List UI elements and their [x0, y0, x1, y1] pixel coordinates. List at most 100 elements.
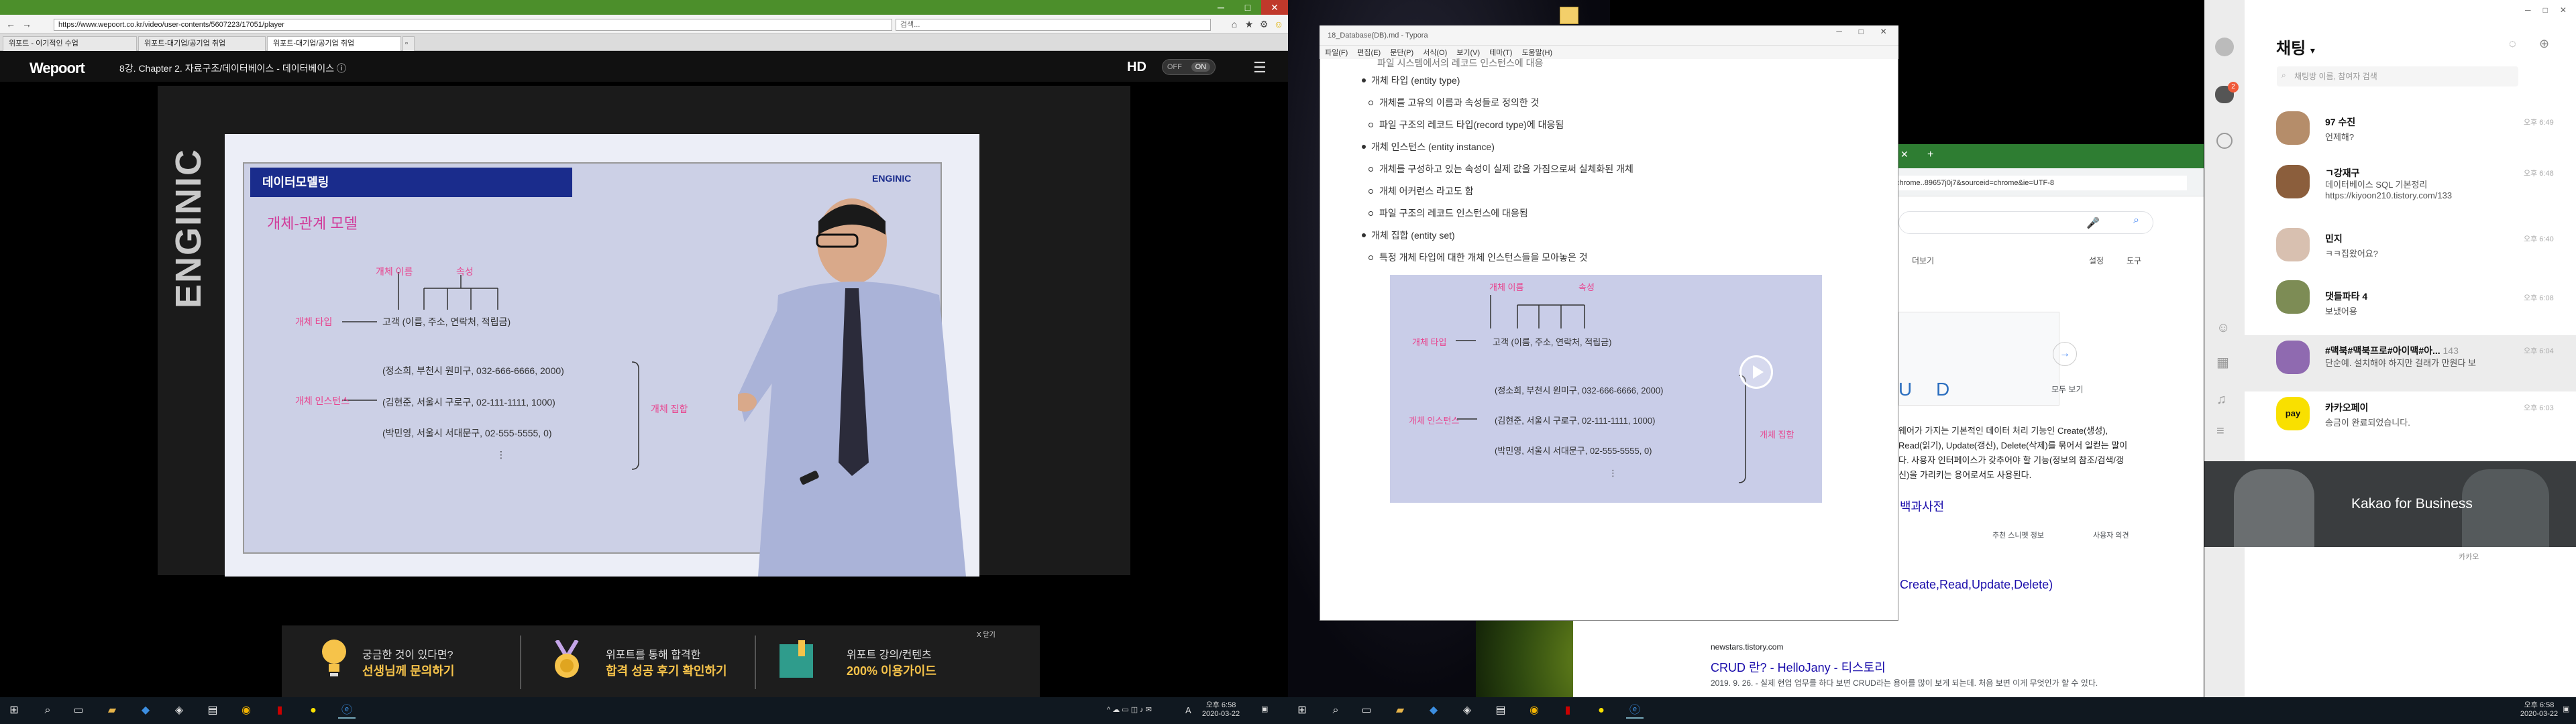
- view-all-link[interactable]: 모두 보기: [2051, 383, 2084, 395]
- notepad-icon[interactable]: ▤: [1492, 703, 1509, 719]
- windows-start-icon[interactable]: ⊞: [5, 703, 23, 719]
- add-chat-icon[interactable]: ⊕: [2539, 37, 2549, 51]
- file-explorer-icon[interactable]: ▰: [1391, 703, 1409, 719]
- emoticon-icon[interactable]: ☺: [2216, 320, 2230, 336]
- tools-link[interactable]: 도구: [2127, 255, 2141, 266]
- bell-icon[interactable]: ♫: [2216, 392, 2226, 408]
- notification-icon[interactable]: ▣: [1261, 705, 1268, 714]
- next-arrow-icon[interactable]: →: [2053, 342, 2077, 366]
- notification-icon[interactable]: ▣: [2563, 705, 2569, 714]
- encyclopedia-link[interactable]: 백과사전: [1900, 497, 1944, 515]
- search-icon[interactable]: ⌕: [39, 703, 56, 719]
- forward-arrow-icon[interactable]: →: [20, 17, 34, 31]
- tab-3-active[interactable]: 위포트-대기업/공기업 취업: [267, 36, 401, 51]
- new-tab-button[interactable]: ▫: [402, 36, 415, 51]
- settings-link[interactable]: 설정: [2089, 255, 2104, 266]
- more-dots-icon[interactable]: [2216, 133, 2233, 149]
- close-button[interactable]: ✕: [1261, 0, 1288, 15]
- google-search-icon[interactable]: ⌕: [2133, 215, 2139, 227]
- close-button[interactable]: ✕: [2560, 5, 2567, 15]
- minimize-button[interactable]: ─: [1836, 27, 1842, 36]
- task-view-icon[interactable]: ▭: [1358, 703, 1375, 719]
- outline-item: 개체를 고유의 이름과 속성들로 정의한 것: [1379, 97, 1540, 108]
- chat-search-input[interactable]: 채팅방 이름, 참여자 검색: [2277, 66, 2518, 86]
- tab-1[interactable]: 위포트 - 이기적인 수업: [3, 36, 137, 51]
- kakaopay-avatar: pay: [2276, 397, 2310, 430]
- app-icon[interactable]: ◈: [1458, 703, 1476, 719]
- kakaotalk-icon[interactable]: ●: [1593, 703, 1610, 719]
- outline-item: 특정 개체 타입에 대한 개체 인스턴스들을 모아놓은 것: [1379, 252, 1588, 263]
- chrome-icon[interactable]: ◉: [237, 703, 255, 719]
- close-button[interactable]: ✕: [1880, 27, 1887, 36]
- kakao-title[interactable]: 채팅 ▾: [2276, 35, 2315, 58]
- favorites-star-icon[interactable]: ★: [1242, 17, 1256, 31]
- info-icon[interactable]: ⓘ: [337, 63, 346, 74]
- kakaotalk-icon[interactable]: ●: [305, 703, 322, 719]
- more-menu[interactable]: 더보기: [1912, 255, 1934, 266]
- enginic-vertical-logo: ENGINIC: [168, 147, 209, 308]
- app-icon[interactable]: ◈: [170, 703, 188, 719]
- tab-2[interactable]: 위포트-대기업/공기업 취업: [138, 36, 266, 51]
- taskbar-left: [0, 697, 1288, 724]
- windows-start-icon[interactable]: ⊞: [1293, 703, 1311, 719]
- result-link-2[interactable]: CRUD 란? - HelloJany - 티스토리: [1711, 658, 1886, 676]
- chat-time: 오후 6:08: [2524, 294, 2554, 302]
- embedded-entity-type-value: 고객 (이름, 주소, 연락처, 적립금): [1493, 337, 1612, 347]
- ie-icon[interactable]: ⓔ: [338, 703, 356, 719]
- entity-type-value: 고객 (이름, 주소, 연락처, 적립금): [382, 316, 511, 327]
- menu-file[interactable]: 파일(F): [1325, 47, 1348, 58]
- feedback-link[interactable]: 사용자 의견: [2093, 530, 2129, 540]
- chrome-new-tab-icon[interactable]: +: [1927, 149, 1933, 161]
- task-view-icon[interactable]: ▭: [70, 703, 87, 719]
- smiley-icon[interactable]: ☺: [1272, 17, 1285, 31]
- ad-2-text[interactable]: 위포트를 통해 합격한 합격 성공 후기 확인하기: [606, 646, 727, 679]
- clock[interactable]: 오후 6:58 2020-03-22: [2519, 701, 2559, 719]
- result-link-1[interactable]: Create,Read,Update,Delete): [1900, 578, 2053, 592]
- search-icon[interactable]: ⌕: [1327, 703, 1344, 719]
- vscode-icon[interactable]: ◆: [1425, 703, 1442, 719]
- minimize-button[interactable]: ─: [2525, 5, 2531, 15]
- friends-icon[interactable]: [2215, 38, 2234, 56]
- avatar: [2276, 111, 2310, 145]
- chrome-icon[interactable]: ◉: [1525, 703, 1543, 719]
- outline-item: 파일 구조의 레코드 타입(record type)에 대응됨: [1379, 119, 1564, 130]
- menu-icon[interactable]: ≡: [2216, 424, 2224, 439]
- media-icon[interactable]: ▮: [1559, 703, 1576, 719]
- play-icon[interactable]: [1739, 355, 1773, 389]
- taskbar-right: [1288, 697, 2576, 724]
- mic-icon[interactable]: 🎤: [2086, 217, 2100, 230]
- vscode-icon[interactable]: ◆: [137, 703, 154, 719]
- chrome-tab-close-icon[interactable]: ✕: [1900, 149, 1909, 160]
- sub-bullet: [1368, 211, 1373, 216]
- desktop-folder-icon[interactable]: [1560, 7, 1578, 24]
- ie-icon[interactable]: ⓔ: [1626, 703, 1644, 719]
- embedded-instance-1: (정소희, 부천시 원미구, 032-666-6666, 2000): [1495, 385, 1664, 396]
- file-explorer-icon[interactable]: ▰: [103, 703, 121, 719]
- minimize-button[interactable]: ─: [1208, 0, 1234, 15]
- clock[interactable]: 오후 6:58 2020-03-22: [1201, 701, 1241, 719]
- chat-time: 오후 6:40: [2524, 235, 2554, 243]
- maximize-button[interactable]: □: [1234, 0, 1261, 15]
- back-arrow-icon[interactable]: ←: [4, 17, 17, 31]
- new-chat-icon[interactable]: ◌: [2509, 37, 2516, 51]
- ad-1-text[interactable]: 궁금한 것이 있다면? 선생님께 문의하기: [362, 646, 454, 679]
- google-search-box[interactable]: [1898, 211, 2153, 234]
- media-icon[interactable]: ▮: [271, 703, 288, 719]
- settings-gear-icon[interactable]: ⚙: [1257, 17, 1271, 31]
- address-bar[interactable]: https://www.wepoort.co.kr/video/user-con…: [54, 19, 892, 31]
- notepad-icon[interactable]: ▤: [204, 703, 221, 719]
- ime-indicator[interactable]: A: [1185, 706, 1191, 715]
- sub-bullet: [1368, 255, 1373, 260]
- tray-icons[interactable]: ^ ☁ ▭ ◫ ♪ ✉: [1107, 706, 1152, 715]
- maximize-button[interactable]: □: [1859, 27, 1864, 36]
- ad-3-text[interactable]: 위포트 강의/컨텐츠 200% 이용가이드: [847, 646, 936, 679]
- hd-toggle[interactable]: OFF ON: [1162, 59, 1216, 75]
- maximize-button[interactable]: □: [2543, 5, 2548, 15]
- browser-search-input[interactable]: 검색...: [896, 19, 1211, 31]
- ad-close-button[interactable]: X 닫기: [977, 629, 996, 639]
- snippet-info[interactable]: 추천 스니펫 정보: [1992, 530, 2044, 540]
- calendar-icon[interactable]: ▦: [2216, 354, 2229, 371]
- home-icon[interactable]: ⌂: [1228, 17, 1241, 31]
- chrome-address-bar[interactable]: chrome..89657j0j7&sourceid=chrome&ie=UTF…: [1892, 176, 2187, 190]
- player-menu-icon[interactable]: ☰: [1253, 59, 1267, 76]
